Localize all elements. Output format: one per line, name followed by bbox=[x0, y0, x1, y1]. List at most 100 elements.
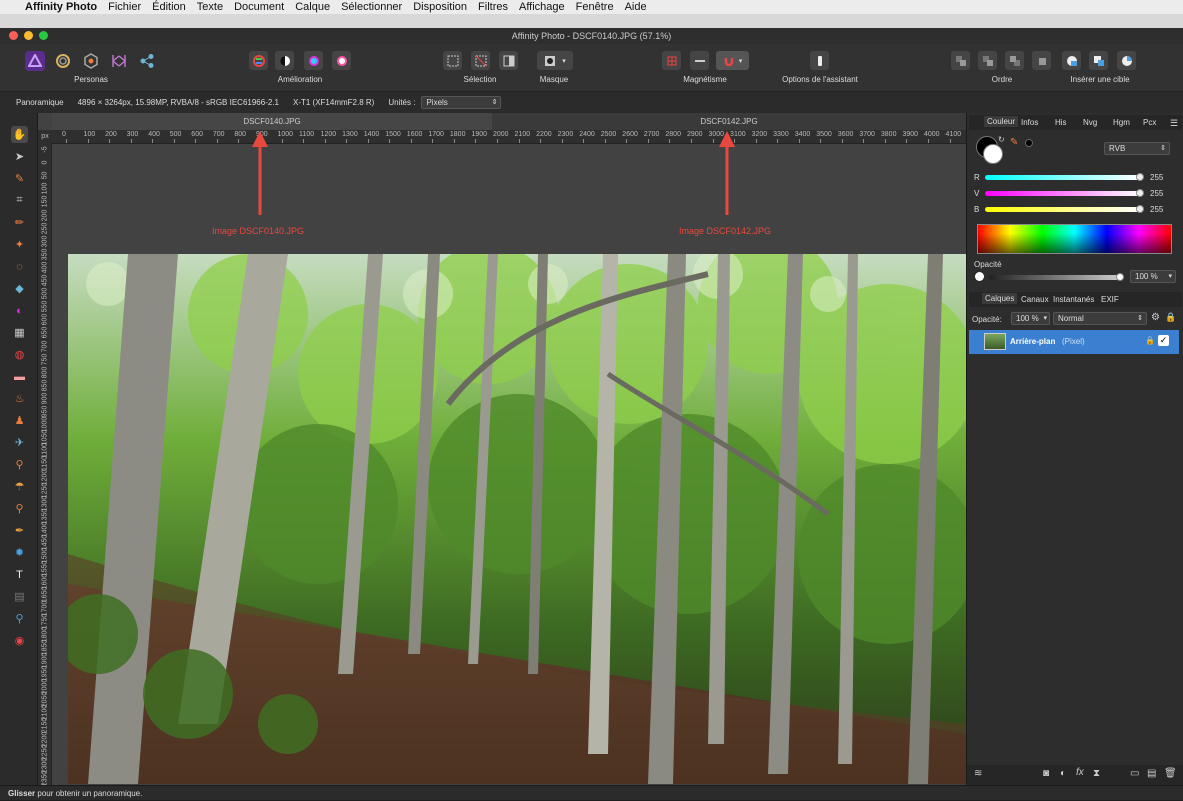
snap-guides-icon[interactable] bbox=[690, 51, 709, 70]
menu-texte[interactable]: Texte bbox=[197, 1, 223, 13]
menu-filtres[interactable]: Filtres bbox=[478, 1, 508, 13]
tab-canaux[interactable]: Canaux bbox=[1021, 295, 1049, 304]
opacity-slider[interactable] bbox=[989, 275, 1121, 280]
menu-aide[interactable]: Aide bbox=[625, 1, 647, 13]
photo-persona-icon[interactable] bbox=[25, 51, 45, 71]
shape-tool-icon[interactable]: ✹ bbox=[11, 544, 28, 561]
invert-selection-icon[interactable] bbox=[499, 51, 518, 70]
crop-tool-icon[interactable]: ⌗ bbox=[11, 192, 28, 209]
layer-opacity-field[interactable]: 100 % ▾ bbox=[1011, 312, 1050, 325]
arrange-forward-icon[interactable] bbox=[1005, 51, 1024, 70]
snapping-magnet-button[interactable]: ▾ bbox=[716, 51, 749, 70]
eyedropper-icon[interactable]: ✎ bbox=[1010, 137, 1018, 148]
panel-menu-icon[interactable]: ☰ bbox=[1170, 118, 1178, 129]
assistant-icon[interactable] bbox=[810, 51, 829, 70]
blemish-tool-icon[interactable]: ✈ bbox=[11, 434, 28, 451]
tab-historique[interactable]: His bbox=[1055, 118, 1067, 127]
layer-lock-icon[interactable]: 🔒 bbox=[1165, 312, 1176, 323]
r-value[interactable]: 255 bbox=[1150, 173, 1163, 182]
color-spectrum[interactable] bbox=[977, 224, 1172, 254]
mask-button[interactable]: ▾ bbox=[537, 51, 573, 70]
zoom-window-button[interactable] bbox=[39, 31, 48, 40]
blend-mode-select[interactable]: Normal ⇕ bbox=[1053, 312, 1147, 325]
menu-calque[interactable]: Calque bbox=[295, 1, 330, 13]
layer-settings-gear-icon[interactable]: ⚙ bbox=[1151, 312, 1160, 323]
color-replacement-icon[interactable]: ◍ bbox=[11, 346, 28, 363]
b-slider[interactable] bbox=[985, 207, 1140, 212]
b-value[interactable]: 255 bbox=[1150, 205, 1163, 214]
color-model-select[interactable]: RVB ⇕ bbox=[1104, 142, 1170, 155]
tab-pcx[interactable]: Pcx bbox=[1143, 118, 1156, 127]
tab-histogramme[interactable]: Hgm bbox=[1113, 118, 1130, 127]
menu-fenetre[interactable]: Fenêtre bbox=[576, 1, 614, 13]
export-persona-icon[interactable] bbox=[137, 51, 157, 71]
clone-brush-icon[interactable]: ♟ bbox=[11, 412, 28, 429]
red-eye-tool-icon[interactable]: ⚲ bbox=[11, 456, 28, 473]
white-balance-icon[interactable] bbox=[332, 51, 351, 70]
secondary-color-swatch[interactable] bbox=[983, 144, 1003, 164]
tab-infos[interactable]: Infos bbox=[1021, 118, 1038, 127]
flood-fill-icon[interactable]: ◆ bbox=[11, 280, 28, 297]
erase-brush-icon[interactable]: ▬ bbox=[11, 368, 28, 385]
tab-exif[interactable]: EXIF bbox=[1101, 295, 1119, 304]
opacity-slider-knob[interactable] bbox=[1116, 273, 1124, 281]
develop-persona-icon[interactable] bbox=[81, 51, 101, 71]
select-all-icon[interactable] bbox=[443, 51, 462, 70]
arrange-front-icon[interactable] bbox=[1032, 51, 1051, 70]
paint-brush-icon[interactable]: ▦ bbox=[11, 324, 28, 341]
tab-instantanes[interactable]: Instantanés bbox=[1053, 295, 1094, 304]
menu-fichier[interactable]: Fichier bbox=[108, 1, 141, 13]
flood-select-icon[interactable]: ✦ bbox=[11, 236, 28, 253]
swap-colors-icon[interactable]: ↻ bbox=[998, 135, 1005, 144]
menu-document[interactable]: Document bbox=[234, 1, 284, 13]
deselect-icon[interactable] bbox=[471, 51, 490, 70]
layers-stack-icon[interactable]: ≋ bbox=[974, 768, 982, 779]
b-slider-knob[interactable] bbox=[1136, 205, 1144, 213]
smudge-brush-icon[interactable]: ☂ bbox=[11, 478, 28, 495]
selection-brush-icon[interactable]: ✏ bbox=[11, 214, 28, 231]
arrange-backward-icon[interactable] bbox=[978, 51, 997, 70]
tab-calques[interactable]: Calques bbox=[982, 293, 1018, 304]
r-slider[interactable] bbox=[985, 175, 1140, 180]
tab-couleur[interactable]: Couleur bbox=[984, 116, 1019, 127]
lasso-tool-icon[interactable]: ◌ bbox=[11, 258, 28, 275]
layer-row-arriere-plan[interactable]: Arrière-plan (Pixel) 🔒 ✓ bbox=[969, 330, 1179, 354]
mask-layer-icon[interactable]: ◙ bbox=[1043, 768, 1049, 779]
adjustment-layer-icon[interactable]: ◐ bbox=[1060, 768, 1066, 779]
contrast-icon[interactable] bbox=[275, 51, 294, 70]
horizontal-ruler[interactable]: 0 100 200 300 400 500 600 700 800 900 1000 1100 1200… bbox=[38, 130, 966, 144]
layer-visibility-checkbox[interactable]: ✓ bbox=[1158, 335, 1169, 346]
gradient-tool-icon[interactable]: ◐ bbox=[11, 302, 28, 319]
g-slider-knob[interactable] bbox=[1136, 189, 1144, 197]
move-tool-icon[interactable]: ➤ bbox=[11, 148, 28, 165]
live-filter-icon[interactable]: ⧗ bbox=[1093, 768, 1100, 779]
arrange-back-icon[interactable] bbox=[951, 51, 970, 70]
menu-edition[interactable]: Édition bbox=[152, 1, 186, 13]
layer-locked-icon[interactable]: 🔒 bbox=[1145, 336, 1155, 345]
hand-tool-icon[interactable]: ✋ bbox=[11, 126, 28, 143]
insert-target-inside-icon[interactable] bbox=[1089, 51, 1108, 70]
mesh-warp-icon[interactable]: ▤ bbox=[11, 588, 28, 605]
liquify-persona-icon[interactable] bbox=[53, 51, 73, 71]
red-eye-removal-icon[interactable]: ◉ bbox=[11, 632, 28, 649]
color-picker-icon[interactable]: ✎ bbox=[11, 170, 28, 187]
insert-target-below-icon[interactable] bbox=[1117, 51, 1136, 70]
menu-affichage[interactable]: Affichage bbox=[519, 1, 565, 13]
menu-disposition[interactable]: Disposition bbox=[413, 1, 467, 13]
g-value[interactable]: 255 bbox=[1150, 189, 1163, 198]
insert-target-top-icon[interactable] bbox=[1062, 51, 1081, 70]
color-wheel-icon[interactable] bbox=[304, 51, 323, 70]
trash-icon[interactable]: 🗑 bbox=[1164, 768, 1177, 779]
tone-mapping-persona-icon[interactable] bbox=[109, 51, 129, 71]
levels-icon[interactable] bbox=[249, 51, 268, 70]
opacity-value-field[interactable]: 100 % ▾ bbox=[1130, 270, 1176, 283]
liquify-brush-icon[interactable]: ⚲ bbox=[11, 500, 28, 517]
minimize-window-button[interactable] bbox=[24, 31, 33, 40]
picked-color-swatch[interactable] bbox=[1025, 139, 1033, 147]
fx-icon[interactable]: fx bbox=[1076, 767, 1084, 778]
menu-app-name[interactable]: Affinity Photo bbox=[25, 1, 97, 13]
tab-navigateur[interactable]: Nvg bbox=[1083, 118, 1097, 127]
menu-selectionner[interactable]: Sélectionner bbox=[341, 1, 402, 13]
pen-tool-icon[interactable]: ✒ bbox=[11, 522, 28, 539]
new-layer-icon[interactable]: ▤ bbox=[1147, 768, 1156, 779]
